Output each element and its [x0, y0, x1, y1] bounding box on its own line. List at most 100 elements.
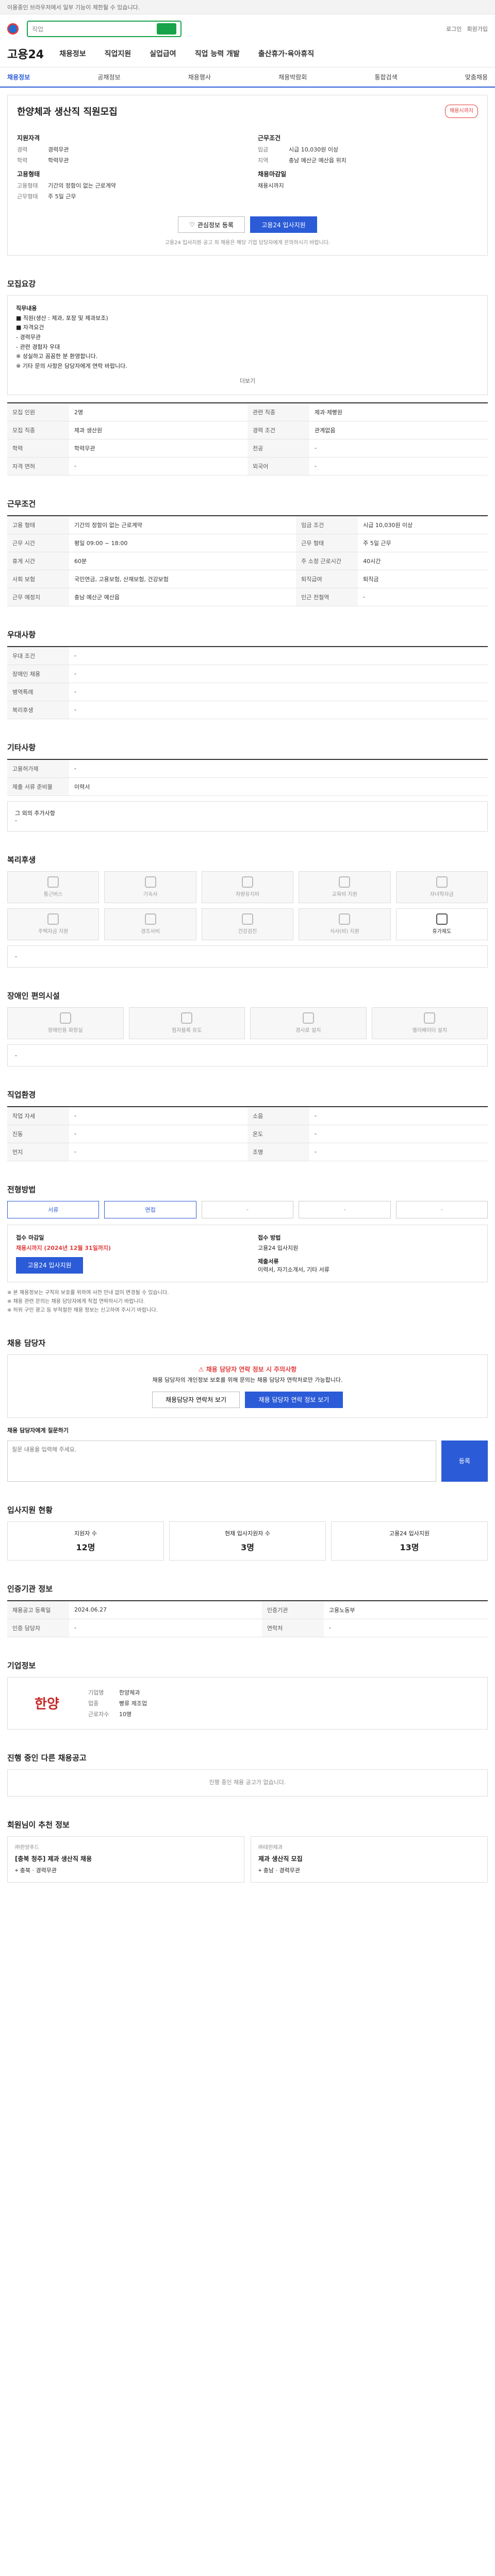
- th: 경력 조건: [248, 421, 309, 439]
- gift-icon: [144, 913, 156, 925]
- recommend-card[interactable]: ㈜한양푸드 [충북 청주] 제과 생산직 채용 ⌖ 충북 · 경력무관: [7, 1836, 244, 1883]
- body-line: ※ 성실하고 꼼꼼한 분 환영합니다.: [16, 353, 98, 360]
- td: -: [69, 457, 248, 476]
- alert-title: 채용 담당자 연락 정보 시 주의사항: [206, 1365, 297, 1373]
- qna-button[interactable]: 채용 담당자 연락 정보 보기: [245, 1391, 343, 1408]
- th: 진동: [7, 1125, 69, 1143]
- stat-card: 지원자 수 12명: [7, 1521, 164, 1561]
- recruit-box: 직무내용 ■ 직원(생산 : 제과, 포장 및 제과보조) ■ 자격요건 - 경…: [7, 295, 488, 395]
- th: 주 소정 근로시간: [296, 552, 358, 570]
- facility-card: 장애인용 화장실: [7, 1007, 124, 1039]
- agency-table: 채용공고 등록일 2024.06.27 인증기관 고용노동부 인증 담당자 - 연락처 -: [7, 1600, 488, 1637]
- pin-icon: ⌖: [15, 1867, 19, 1874]
- notice-item: ※ 허위 구인 광고 등 부적절한 채용 정보는 신고하여 주시기 바랍니다.: [7, 1307, 158, 1313]
- td: 시급 10,030원 이상: [358, 515, 488, 534]
- scrap-button[interactable]: ♡ 관심정보 등록: [178, 216, 245, 233]
- subnav-item[interactable]: 맞춤채용: [465, 73, 488, 81]
- kv-key: 기업명: [88, 1689, 104, 1696]
- th: 퇴직급여: [296, 570, 358, 588]
- th: 복리후생: [7, 701, 69, 719]
- section-title: 회원님이 추천 정보: [7, 1820, 70, 1829]
- gnb-item[interactable]: 직업지원: [105, 48, 131, 59]
- gnb-menu: 채용정보 직업지원 실업급여 직업 능력 개발 출산휴가·육아휴직: [59, 48, 314, 59]
- gnb-item[interactable]: 직업 능력 개발: [195, 48, 240, 59]
- facility-note: -: [7, 1044, 488, 1066]
- kv-value: 채용시까지: [258, 182, 284, 189]
- bus-icon: [47, 876, 59, 888]
- login-link[interactable]: 로그인: [446, 25, 461, 33]
- subnav-item[interactable]: 공채정보: [97, 73, 120, 81]
- benefit-card: 건강검진: [201, 908, 294, 940]
- card-career: 경력무관: [36, 1867, 57, 1874]
- qna-form: 등록: [7, 1440, 488, 1482]
- gnb-item[interactable]: 출산휴가·육아휴직: [258, 48, 314, 59]
- th: 사회 보험: [7, 570, 69, 588]
- search-input[interactable]: 직업: [27, 21, 182, 37]
- cap-icon: [436, 876, 448, 888]
- manager-alert: ⚠ 채용 담당자 연락 정보 시 주의사항 채용 담당자의 개인정보 보호를 위…: [7, 1354, 488, 1418]
- subnav-item[interactable]: 채용정보: [7, 73, 30, 81]
- card-career: 경력무관: [279, 1867, 300, 1874]
- th: 근무 예정지: [7, 588, 69, 606]
- facility-label: 장애인용 화장실: [47, 1028, 83, 1033]
- stat-card: 현재 입사지원자 수 3명: [169, 1521, 326, 1561]
- apply-period-label: 접수 마감일: [16, 1234, 44, 1241]
- health-icon: [241, 913, 253, 925]
- braille-icon: [181, 1012, 193, 1024]
- th: 작업 자세: [7, 1106, 69, 1125]
- kv-value: 주 5일 근무: [48, 193, 76, 200]
- th: 장애인 채용: [7, 665, 69, 683]
- more-button[interactable]: 더보기: [16, 377, 479, 386]
- apply-button[interactable]: 고용24 입사지원: [250, 216, 317, 233]
- section-title: 복리후생: [7, 855, 36, 865]
- etc-note: 그 외의 추가사항 -: [7, 801, 488, 832]
- gnb-item[interactable]: 채용정보: [59, 48, 86, 59]
- subnav-item[interactable]: 채용박람회: [278, 73, 307, 81]
- method-value: 고용24 입사지원: [258, 1244, 299, 1251]
- job-left: 지원자격 경력 경력무관 학력 학력무관 고용형태 고용형태 기간의 정함이 없는 근…: [17, 128, 237, 203]
- process-step: -: [395, 1200, 488, 1218]
- qna-submit-button[interactable]: 등록: [441, 1440, 488, 1482]
- book-icon: [339, 876, 351, 888]
- etc-table: 고용허가제 - 제출 서류 준비물 이력서: [7, 758, 488, 796]
- th: 인근 전철역: [296, 588, 358, 606]
- section-title: 인증기관 정보: [7, 1584, 53, 1594]
- subnav-item[interactable]: 통합검색: [374, 73, 397, 81]
- qna-input[interactable]: [7, 1440, 436, 1482]
- home-icon: [47, 913, 59, 925]
- alert-icon: ⚠: [198, 1365, 204, 1373]
- env-table: 작업 자세 - 소음 - 진동 - 온도 - 먼지 - 조명 -: [7, 1106, 488, 1161]
- td: 주 5일 근무: [358, 534, 488, 552]
- job-title: 한양체과 생산직 직원모집: [17, 107, 118, 117]
- benefit-label: 식사(비) 지원: [329, 929, 359, 935]
- th: 조명: [248, 1143, 309, 1161]
- td: 관계없음: [309, 421, 488, 439]
- etc-note-title: 그 외의 추가사항: [15, 809, 55, 817]
- benefit-card: 기숙사: [104, 871, 196, 903]
- benefit-note: -: [7, 945, 488, 968]
- th: 먼지: [7, 1143, 69, 1161]
- benefit-label: 교육비 지원: [332, 892, 357, 897]
- card-region: 충북: [20, 1867, 30, 1874]
- subnav-item[interactable]: 채용행사: [188, 73, 211, 81]
- td: -: [69, 665, 488, 683]
- search-placeholder: 직업: [32, 25, 44, 33]
- join-link[interactable]: 회원가입: [467, 25, 488, 33]
- brand-logo[interactable]: 고용24: [7, 45, 44, 62]
- top-notice: 이용중인 브라우저에서 일부 기능이 제한될 수 있습니다.: [7, 4, 140, 11]
- benefit-label: 기숙사: [143, 892, 158, 897]
- view-contact-button[interactable]: 채용담당자 연락처 보기: [152, 1391, 240, 1408]
- td: 충남 예산군 예산읍: [69, 588, 296, 606]
- recommend-card[interactable]: ㈜대한제과 제과 생산직 모집 ⌖ 충남 · 경력무관: [251, 1836, 488, 1883]
- stat-label: 현재 입사지원자 수: [225, 1530, 270, 1537]
- facility-label: 경사로 설치: [295, 1028, 321, 1033]
- benefit-label: 주택자금 지원: [38, 929, 69, 935]
- benefit-label: 통근버스: [43, 892, 63, 897]
- gnb-item[interactable]: 실업급여: [150, 48, 176, 59]
- th: 임금 조건: [296, 515, 358, 534]
- search-button[interactable]: [157, 23, 176, 35]
- card-title: 제과 생산직 모집: [258, 1855, 303, 1862]
- td: 기간의 정함이 없는 근로계약: [69, 515, 296, 534]
- th: 고용 형태: [7, 515, 69, 534]
- apply-button-2[interactable]: 고용24 입사지원: [16, 1257, 83, 1274]
